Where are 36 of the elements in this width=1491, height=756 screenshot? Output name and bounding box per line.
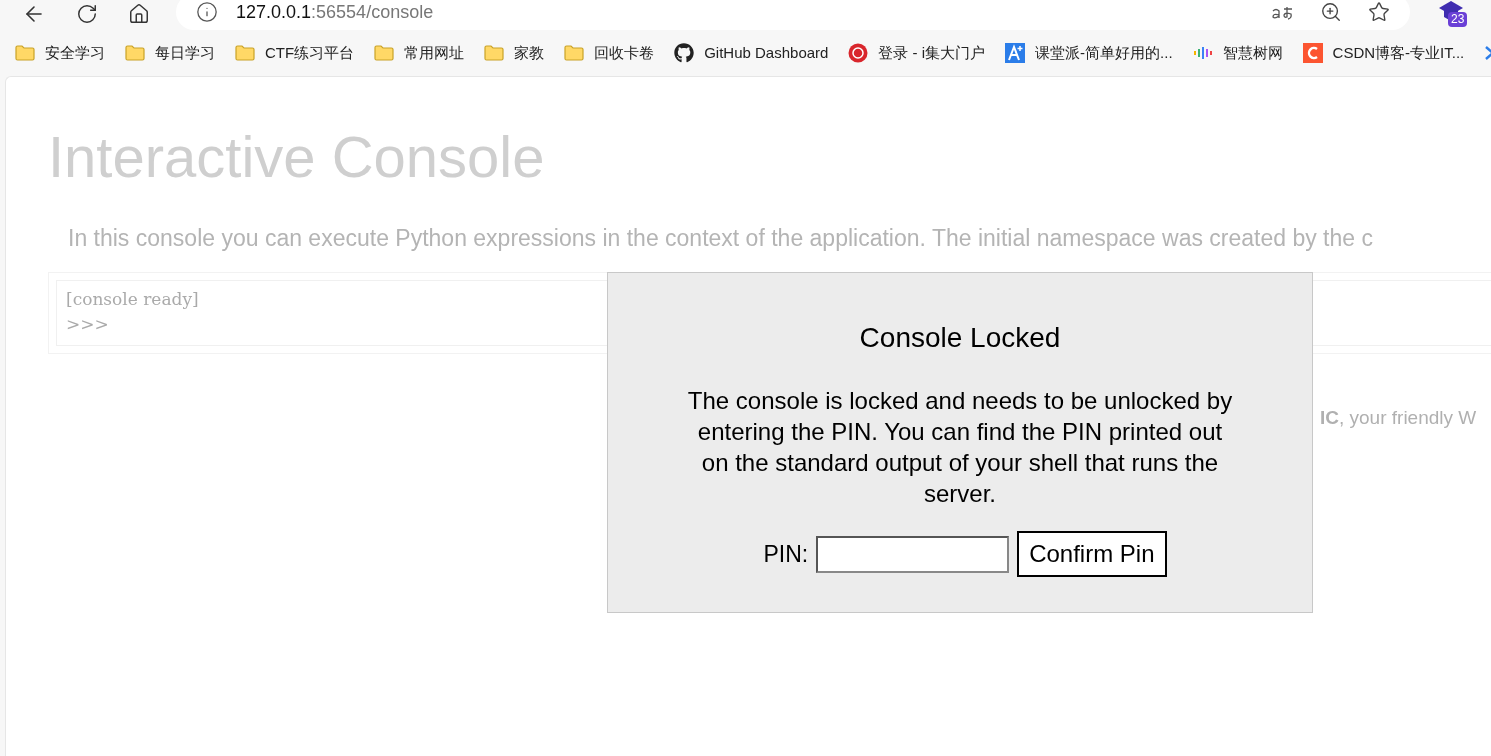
confirm-pin-button[interactable]: Confirm Pin [1017, 531, 1167, 577]
bookmark-item[interactable]: 回收卡卷 [564, 41, 655, 65]
folder-icon [484, 45, 505, 61]
bookmark-item[interactable]: 课堂派-简单好用的... [1005, 41, 1173, 65]
zoom-icon[interactable] [1320, 1, 1342, 23]
github-icon [674, 43, 695, 63]
seal-icon [848, 43, 869, 63]
folder-icon [125, 45, 145, 61]
favorite-star-icon[interactable] [1368, 1, 1390, 23]
bookmark-item[interactable]: GitHub Dashboard [674, 41, 829, 65]
folder-icon [15, 45, 35, 61]
bookmark-item[interactable]: CSDN博客-专业IT... [1302, 41, 1465, 65]
bookmark-item[interactable]: 每日学习 [125, 41, 215, 65]
bookmark-item[interactable]: 安全学习 [15, 41, 105, 65]
footer-text: IC, your friendly W [1320, 406, 1477, 428]
reload-icon[interactable] [76, 3, 98, 25]
intro-text: In this console you can execute Python expressions in the context of the application. The initial namespace was created by the c [68, 224, 1374, 253]
bars-icon [1192, 46, 1213, 60]
folder-icon [374, 45, 395, 61]
bookmark-item[interactable]: 家教 [484, 41, 545, 65]
bookmark-item[interactable]: CTF练习平台 [235, 41, 355, 65]
home-icon[interactable] [128, 3, 150, 25]
address-bar[interactable]: 127.0.0.1:56554/console [176, 0, 1410, 30]
c-logo-icon [1302, 43, 1323, 63]
bookmark-item[interactable]: 智慧树网 [1192, 41, 1283, 65]
info-icon [196, 1, 218, 23]
pin-input[interactable] [816, 535, 1010, 573]
bookmark-item[interactable]: 常用网址 [374, 41, 465, 65]
folder-icon [564, 45, 585, 61]
url-text: 127.0.0.1:56554/console [236, 0, 434, 24]
notification-badge: 23 [1448, 12, 1468, 27]
dialog-message: The console is locked and needs to be unlocked by entering the PIN. You can find the PIN printed out on the standard output of your shell that runs the server. [687, 386, 1233, 509]
letter-a-icon [1005, 43, 1026, 63]
pin-label: PIN: [763, 539, 809, 569]
folder-icon [235, 45, 255, 61]
bookmark-item[interactable]: 登录 - i集大门户 [848, 41, 986, 65]
